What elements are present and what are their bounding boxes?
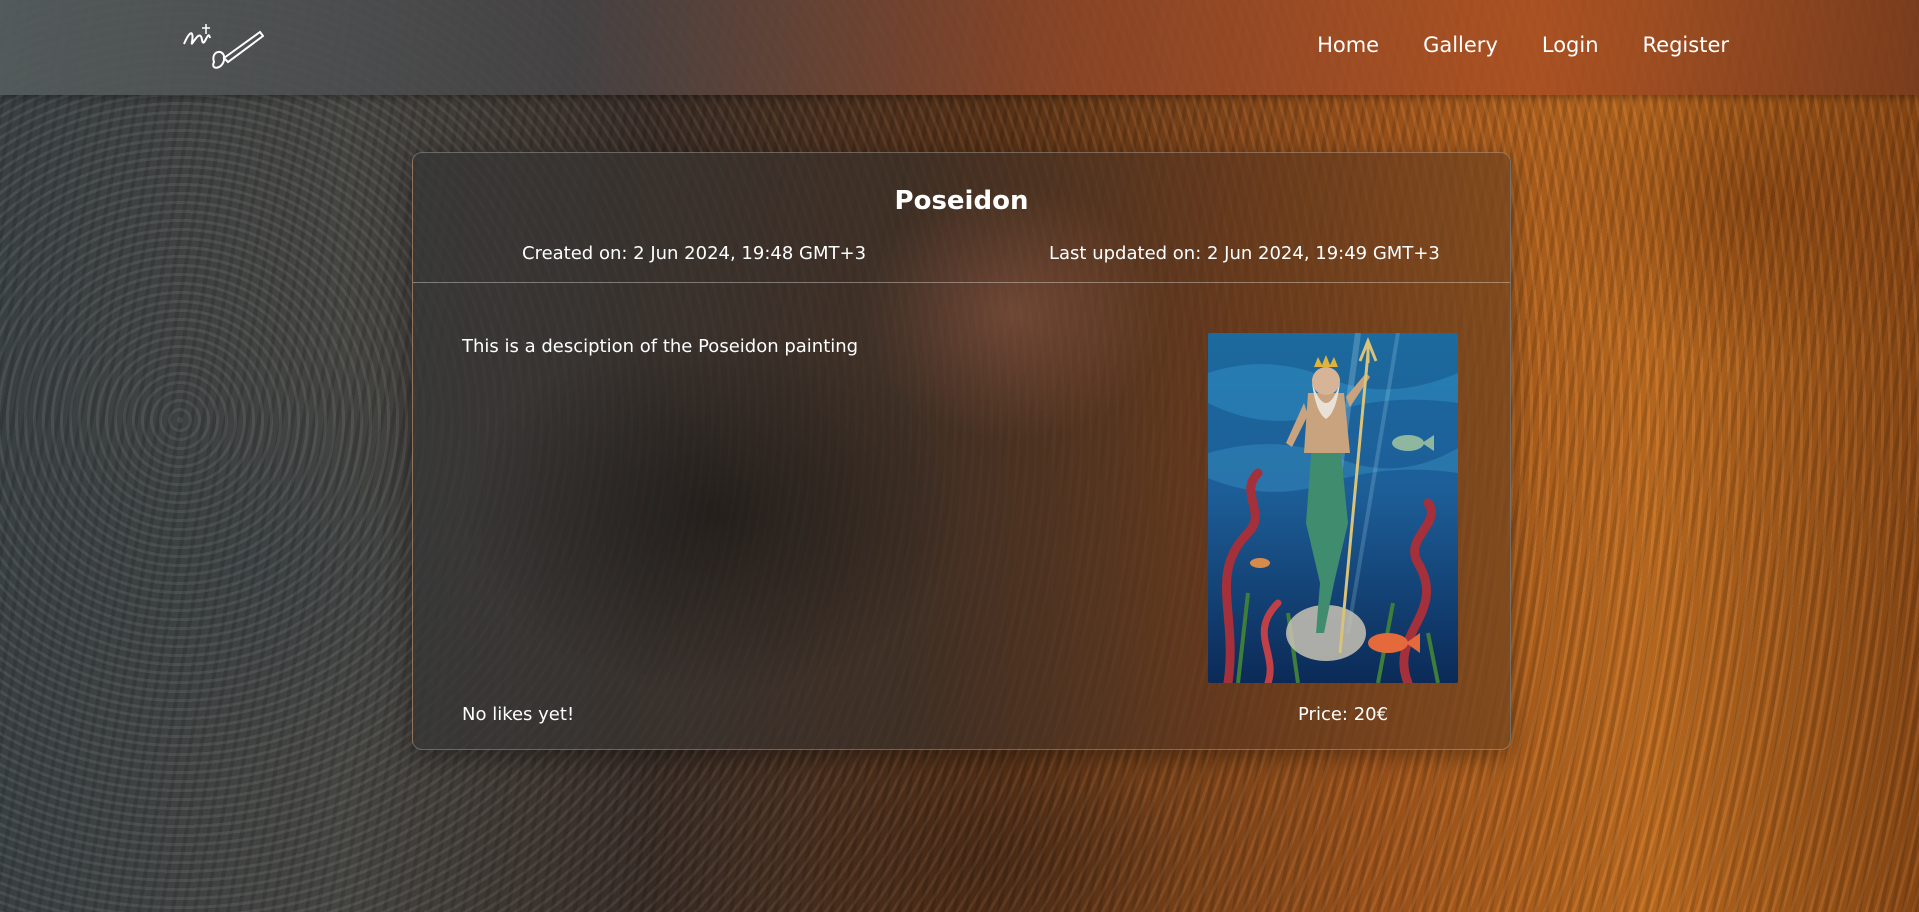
nav-login-link[interactable]: Login bbox=[1542, 33, 1599, 57]
nav-register-link[interactable]: Register bbox=[1643, 33, 1729, 57]
painting-price: Price: 20€ bbox=[1298, 704, 1389, 725]
poseidon-painting-image bbox=[1208, 333, 1458, 683]
nav-links: Home Gallery Login Register bbox=[1317, 33, 1729, 57]
created-date: Created on: 2 Jun 2024, 19:48 GMT+3 bbox=[522, 243, 867, 264]
likes-status: No likes yet! bbox=[462, 704, 575, 725]
updated-date: Last updated on: 2 Jun 2024, 19:49 GMT+3 bbox=[1049, 243, 1440, 264]
painting-details-card: Poseidon Created on: 2 Jun 2024, 19:48 G… bbox=[412, 152, 1511, 750]
nav-gallery-link[interactable]: Gallery bbox=[1423, 33, 1498, 57]
nav-home-link[interactable]: Home bbox=[1317, 33, 1379, 57]
card-header: Poseidon Created on: 2 Jun 2024, 19:48 G… bbox=[413, 153, 1510, 283]
painting-image[interactable] bbox=[1208, 333, 1458, 683]
top-navbar: Home Gallery Login Register bbox=[0, 0, 1919, 95]
art-logo-icon[interactable] bbox=[180, 20, 264, 72]
painting-title: Poseidon bbox=[894, 186, 1029, 216]
painting-description: This is a desciption of the Poseidon pai… bbox=[462, 336, 859, 357]
